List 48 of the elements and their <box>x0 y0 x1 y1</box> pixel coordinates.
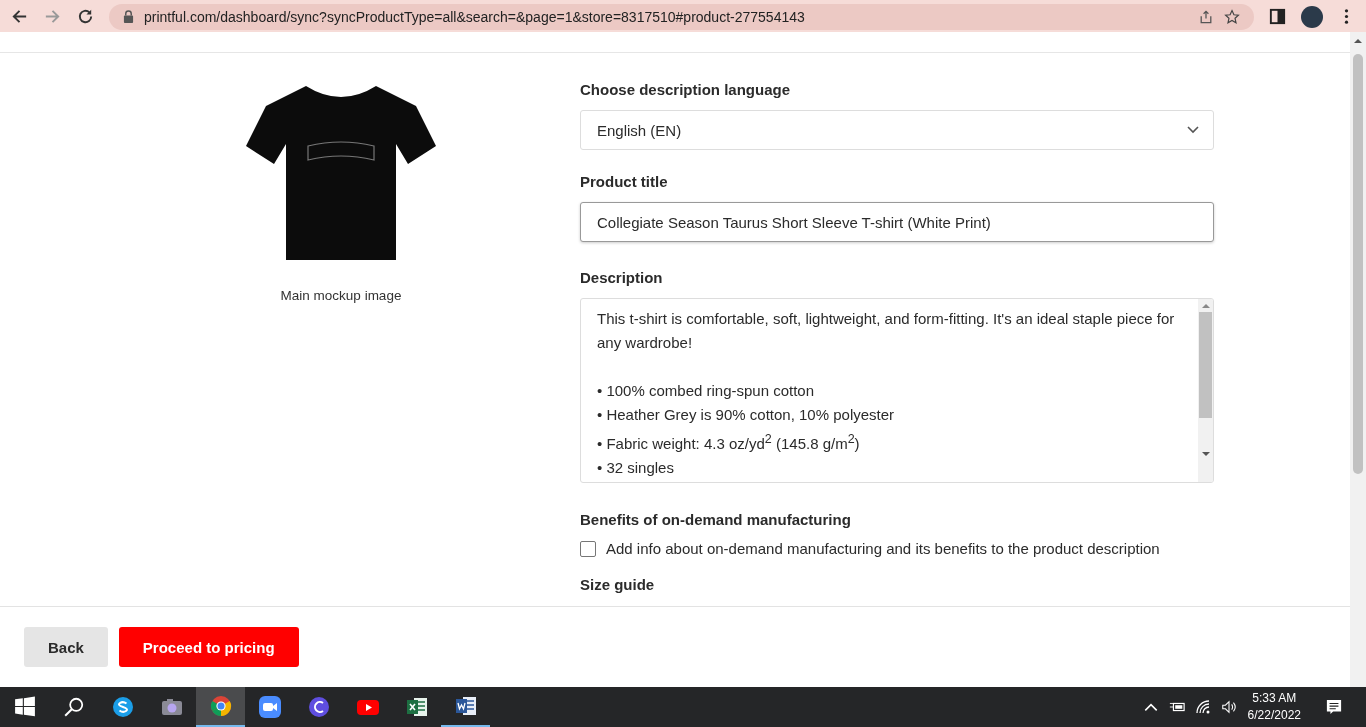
scrollbar[interactable] <box>1198 299 1213 482</box>
product-title-field[interactable]: Collegiate Season Taurus Short Sleeve T-shirt (White Print) <box>580 202 1214 242</box>
side-panel-icon[interactable] <box>1268 7 1287 26</box>
s-logo-icon <box>111 696 134 718</box>
clock[interactable]: 5:33 AM 6/22/2022 <box>1247 690 1301 724</box>
description-bullet: • Heather Grey is 90% cotton, 10% polyester <box>597 406 895 423</box>
browser-logo-icon <box>209 695 232 717</box>
date-text: 6/22/2022 <box>1247 707 1301 724</box>
reload-icon[interactable] <box>76 7 95 26</box>
profile-avatar[interactable] <box>1301 5 1323 28</box>
scroll-up-icon[interactable] <box>1354 38 1362 44</box>
description-bullet: • Fabric weight: 4.3 oz/yd$^{2}$ (145.8 g/m$^{2}$) <box>597 435 860 452</box>
language-dropdown[interactable]: English (EN) <box>580 110 1214 150</box>
camera-icon <box>160 696 183 718</box>
notification-icon[interactable] <box>1326 699 1342 715</box>
address-bar[interactable]: printful.com/dashboard/sync?syncProductType=all&search=&page=1&store=8317510#product-277554143 <box>109 3 1254 30</box>
image-caption: Main mockup image <box>280 288 402 303</box>
proceed-button[interactable]: Proceed to pricing <box>118 627 299 667</box>
windows-start-icon[interactable] <box>13 696 36 718</box>
search-icon[interactable] <box>62 696 85 718</box>
checkbox[interactable] <box>580 540 596 557</box>
scroll-down-icon[interactable] <box>1201 451 1210 457</box>
chevron-down-icon <box>1187 126 1199 134</box>
wifi-icon[interactable] <box>1194 699 1211 715</box>
document-icon <box>454 695 477 717</box>
field-label: Description <box>580 269 664 286</box>
video-camera-icon <box>258 696 281 718</box>
share-icon[interactable] <box>1198 8 1214 25</box>
field-label: Product title <box>580 173 669 190</box>
spreadsheet-icon <box>405 696 428 718</box>
lock-icon <box>123 10 134 23</box>
page-scrollbar[interactable] <box>1350 32 1366 687</box>
description-field[interactable] <box>580 298 1214 483</box>
c-circle-icon <box>307 696 330 718</box>
checkbox-label: Add info about on-demand manufacturing and its benefits to the product description <box>606 540 1160 557</box>
scroll-up-icon[interactable] <box>1201 303 1210 309</box>
back-icon[interactable] <box>10 7 29 26</box>
speaker-icon[interactable] <box>1220 699 1237 715</box>
description-text: This t-shirt is comfortable, soft, lightweight, and form-fitting. It's an ideal staple piece for any wardrobe! <box>597 309 1176 353</box>
star-icon[interactable] <box>1224 8 1240 25</box>
description-bullet: • 100% combed ring-spun cotton <box>597 382 815 399</box>
time-text: 5:33 AM <box>1252 690 1297 707</box>
back-button[interactable]: Back <box>24 627 108 667</box>
description-bullet: • 32 singles <box>597 459 674 476</box>
field-label: Size guide <box>580 577 656 593</box>
field-label: Choose description language <box>580 81 792 98</box>
url-text: printful.com/dashboard/sync?syncProductType=all&search=&page=1&store=8317510#product-277554143 <box>144 8 805 25</box>
field-label: Benefits of on-demand manufacturing <box>580 511 852 528</box>
